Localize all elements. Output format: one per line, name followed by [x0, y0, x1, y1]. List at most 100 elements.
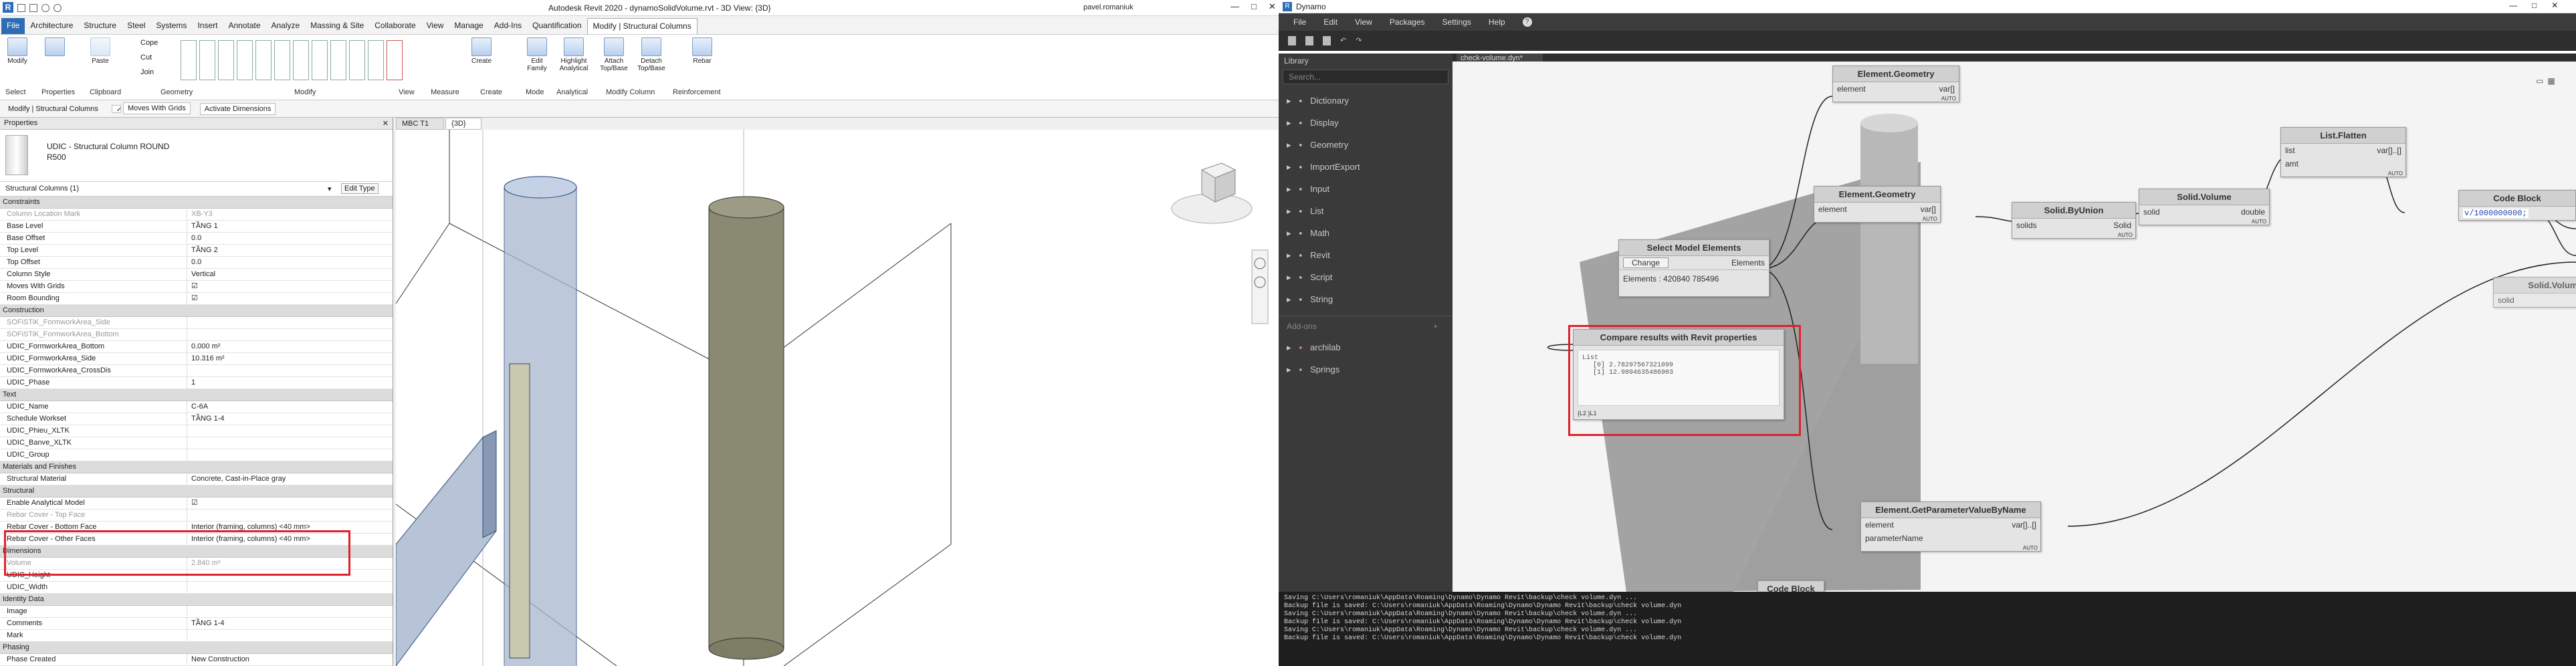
property-value[interactable]: 0.0 [187, 233, 393, 244]
tab-manage[interactable]: Manage [449, 18, 488, 34]
3d-viewport[interactable] [396, 130, 1279, 666]
rebar-button[interactable]: Rebar [689, 37, 716, 65]
properties-button[interactable] [41, 37, 68, 58]
join-button[interactable]: Join [140, 68, 154, 76]
copy-icon[interactable] [255, 40, 272, 80]
open-icon[interactable] [17, 4, 25, 12]
user-name[interactable]: pavel.romaniuk [1083, 3, 1134, 11]
split-icon[interactable] [312, 40, 328, 80]
move-icon[interactable] [237, 40, 253, 80]
property-section[interactable]: Structural [0, 485, 393, 497]
node-port[interactable]: list var[]..[] [2281, 144, 2405, 157]
property-row[interactable]: Top Level TẦNG 2 [0, 245, 393, 257]
property-value[interactable]: ☑ [187, 497, 393, 509]
menu-view[interactable]: View [1355, 17, 1372, 27]
tab-structure[interactable]: Structure [78, 18, 122, 34]
property-value[interactable] [187, 510, 393, 521]
node-port[interactable]: element var[] [1814, 203, 1940, 216]
property-row[interactable]: UDIC_Width [0, 582, 393, 594]
property-row[interactable]: Image [0, 606, 393, 618]
property-value[interactable]: 10.316 m² [187, 353, 393, 364]
concrete-column[interactable] [708, 196, 784, 660]
node-code-block[interactable]: Code Block v/1000000000; [2458, 190, 2576, 221]
property-row[interactable]: Schedule Workset TẦNG 1-4 [0, 413, 393, 425]
save-icon[interactable] [29, 4, 37, 12]
type-selector[interactable]: UDIC - Structural Column ROUND R500 [0, 130, 393, 182]
node-list-flatten[interactable]: List.Flatten list var[]..[] amt AUTO [2280, 127, 2406, 177]
modify-button[interactable]: Modify [4, 37, 31, 65]
menu-settings[interactable]: Settings [1442, 17, 1471, 27]
edit-type-button[interactable]: Edit Type [341, 183, 379, 194]
library-item[interactable]: ▸ ▪ Geometry [1279, 134, 1453, 156]
property-row[interactable]: UDIC_Phase 1 [0, 377, 393, 389]
redo-icon[interactable] [53, 4, 62, 12]
property-value[interactable]: Concrete, Cast-in-Place gray [187, 473, 393, 485]
property-row[interactable]: SOFiSTiK_FormworkArea_Bottom [0, 329, 393, 341]
property-value[interactable]: ☑ [187, 281, 393, 292]
new-file-icon[interactable] [1288, 35, 1296, 45]
property-row[interactable]: Comments TẦNG 1-4 [0, 618, 393, 630]
tab-view[interactable]: View [421, 18, 449, 34]
tab-steel[interactable]: Steel [122, 18, 150, 34]
property-row[interactable]: Phase Created New Construction [0, 654, 393, 666]
moves-with-grids-checkbox[interactable]: ✓ Moves With Grids [108, 102, 195, 115]
node-element-geometry-top[interactable]: Element.Geometry element var[] AUTO [1832, 66, 1959, 102]
property-row[interactable]: Base Level TẦNG 1 [0, 221, 393, 233]
property-value[interactable] [187, 317, 393, 328]
paste-button[interactable]: Paste [87, 37, 114, 65]
tab-3d[interactable]: {3D} [445, 118, 481, 130]
revit-logo-icon[interactable]: R [3, 2, 13, 13]
property-value[interactable]: XB-Y3 [187, 209, 393, 220]
property-row[interactable]: Top Offset 0.0 [0, 257, 393, 269]
navigation-bar[interactable] [1251, 249, 1269, 324]
library-item[interactable]: ▸ ▪ Revit [1279, 244, 1453, 266]
edit-family-button[interactable]: Edit Family [522, 37, 552, 72]
array-icon[interactable] [330, 40, 346, 80]
property-section[interactable]: Identity Data [0, 594, 393, 606]
pin-icon[interactable] [368, 40, 384, 80]
maximize-icon[interactable]: □ [1251, 1, 1257, 12]
tab-modify-structural-columns[interactable]: Modify | Structural Columns [586, 18, 697, 34]
redo-icon[interactable]: ↷ [1356, 36, 1362, 45]
offset-icon[interactable] [199, 40, 215, 80]
node-port[interactable]: element var[]..[] [1861, 518, 2040, 532]
library-item-archilab[interactable]: ▸ ▪ archilab [1279, 336, 1453, 358]
property-value[interactable]: New Construction [187, 654, 393, 665]
node-port[interactable]: parameterName [1861, 532, 2040, 545]
trim-icon[interactable] [293, 40, 309, 80]
node-solid-byunion[interactable]: Solid.ByUnion solids Solid AUTO [2012, 202, 2136, 239]
node-port[interactable]: soliddouble [2139, 205, 2269, 219]
attach-top-base-button[interactable]: Attach Top/Base [597, 37, 631, 72]
activate-dimensions-button[interactable]: Activate Dimensions [199, 102, 276, 115]
code-editor[interactable]: v/1000000000; [2459, 207, 2575, 220]
node-element-geometry[interactable]: Element.Geometry element var[] AUTO [1814, 186, 1941, 223]
property-row[interactable]: UDIC_FormworkArea_CrossDis [0, 365, 393, 377]
delete-icon[interactable] [387, 40, 403, 80]
property-row[interactable]: Enable Analytical Model ☑ [0, 497, 393, 510]
tab-annotate[interactable]: Annotate [223, 18, 265, 34]
library-item-springs[interactable]: ▸ ▪ Springs [1279, 358, 1453, 380]
property-section[interactable]: Materials and Finishes [0, 461, 393, 473]
property-row[interactable]: Structural Material Concrete, Cast-in-Pla… [0, 473, 393, 485]
tab-file[interactable]: File [1, 18, 25, 34]
instance-filter[interactable]: Structural Columns (1) ▾ Edit Type [0, 182, 393, 197]
property-row[interactable]: UDIC_Phieu_XLTK [0, 425, 393, 437]
tab-architecture[interactable]: Architecture [25, 18, 78, 34]
tab-addins[interactable]: Add-Ins [489, 18, 527, 34]
property-value[interactable] [187, 425, 393, 437]
property-value[interactable] [187, 449, 393, 461]
node-port[interactable]: soliddouble [2494, 294, 2576, 307]
property-section[interactable]: Construction [0, 305, 393, 317]
minimize-icon[interactable]: — [1230, 1, 1239, 12]
scale-icon[interactable] [349, 40, 365, 80]
library-item[interactable]: ▸ ▪ String [1279, 288, 1453, 310]
plus-icon[interactable]: + [1433, 322, 1438, 331]
property-row[interactable]: UDIC_FormworkArea_Side 10.316 m² [0, 353, 393, 365]
property-row[interactable]: Base Offset 0.0 [0, 233, 393, 245]
wall-element[interactable] [396, 430, 497, 666]
library-search[interactable]: Search... [1283, 70, 1448, 84]
property-value[interactable]: 1 [187, 377, 393, 388]
property-value[interactable] [187, 606, 393, 617]
3d-view-icon[interactable]: ▦ [2547, 76, 2555, 86]
tab-mbc-t1[interactable]: MBC T1 [396, 118, 445, 130]
